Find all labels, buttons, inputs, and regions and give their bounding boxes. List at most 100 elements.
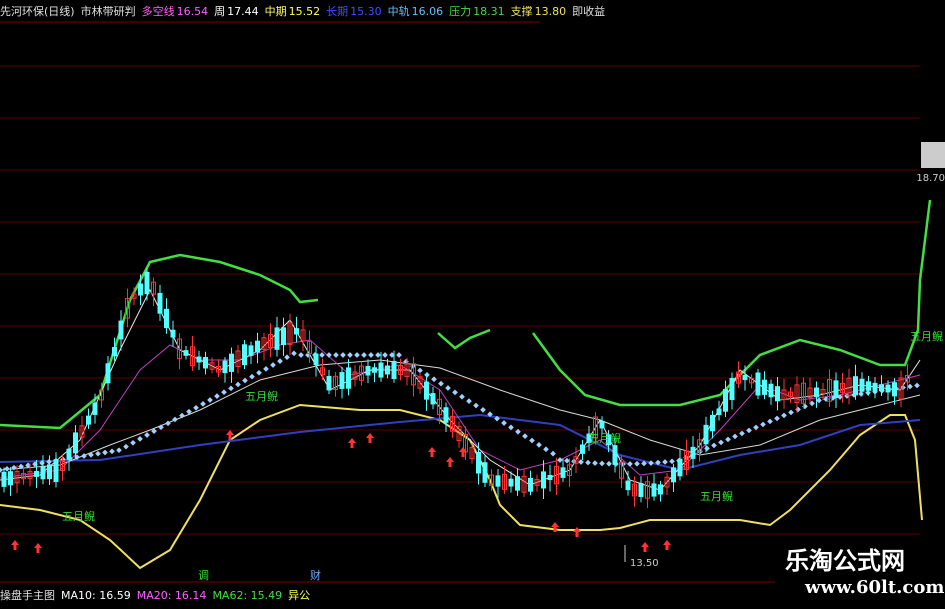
main-chart-label: 操盘手主图: [0, 589, 55, 602]
trend-dot: [340, 352, 346, 358]
candle-body: [495, 475, 501, 487]
candle-body: [73, 432, 78, 454]
buy-arrow-icon: [366, 433, 374, 443]
candle-body: [872, 382, 878, 391]
trend-dot: [354, 352, 360, 358]
trend-dot: [123, 443, 129, 450]
trend-dot: [466, 398, 472, 404]
candle-body: [53, 459, 59, 483]
midterm-value: 15.52: [288, 4, 321, 18]
trend-dot: [648, 460, 654, 466]
trend-dot: [760, 421, 766, 428]
trend-dot: [172, 416, 178, 423]
candle-body: [762, 379, 767, 395]
candle-body: [40, 466, 46, 480]
candle-body: [118, 320, 124, 340]
chart-series: [0, 199, 932, 570]
label-wuyue-3: 五月鲵: [588, 431, 621, 445]
candle-body: [255, 340, 260, 353]
candle-body: [768, 383, 774, 398]
candle-body: [859, 378, 865, 392]
buy-arrow-icon: [663, 540, 671, 550]
trend-dot: [634, 460, 640, 467]
trend-dot: [375, 352, 381, 358]
trend-dot: [550, 450, 556, 457]
trend-dot: [207, 397, 213, 403]
week-value: 17.44: [227, 4, 259, 18]
candle-body: [814, 387, 819, 398]
trend-dot: [137, 436, 143, 442]
trend-dot: [298, 352, 304, 358]
trend-dot: [753, 424, 759, 431]
buy-arrow-icon: [34, 543, 42, 553]
trend-dot: [144, 432, 150, 438]
pressure-value: 18.31: [473, 4, 505, 18]
ma-footer: 操盘手主图 MA10: 16.59 MA20: 16.14 MA62: 15.4…: [0, 584, 310, 606]
trend-dot: [529, 437, 535, 444]
trend-dot: [270, 362, 276, 368]
candle-body: [47, 464, 52, 480]
candle-body: [248, 345, 254, 356]
candle-body: [729, 377, 735, 401]
trend-dot: [221, 389, 227, 396]
candle-body: [92, 402, 98, 415]
candle-body: [547, 474, 553, 481]
candle-body: [378, 362, 384, 378]
trend-dot: [536, 442, 542, 448]
support-value: 13.80: [534, 4, 567, 18]
candle-body: [612, 445, 618, 465]
buy-arrow-icon: [348, 438, 356, 448]
candle-body: [690, 446, 696, 459]
label-wuyue-1: 五月鲵: [245, 389, 278, 403]
candle-body: [170, 329, 176, 338]
candle-body: [476, 451, 481, 474]
duokong-value: 16.54: [176, 4, 209, 18]
candle-body: [482, 462, 488, 483]
trend-dot: [788, 409, 794, 416]
trend-dot: [452, 389, 458, 396]
candle-body: [710, 414, 715, 432]
candlestick-chart[interactable]: 五月鲵 五月鲵 五月鲵 五月鲵 五月鲵 13.50 调 财: [0, 0, 945, 609]
trend-dot: [795, 406, 801, 413]
candle-body: [372, 367, 377, 373]
candle-body: [508, 478, 514, 487]
trend-dot: [249, 373, 255, 380]
trend-dot: [165, 420, 171, 427]
candle-body: [183, 350, 189, 356]
candle-body: [138, 283, 143, 296]
buy-arrows: [11, 430, 671, 553]
label-wuyue-5: 五月鲵: [910, 329, 943, 343]
footer-extra: 异公: [288, 589, 311, 602]
watermark-url: www.60lt.com: [805, 577, 945, 598]
trend-dot: [606, 460, 612, 467]
trend-dot: [522, 433, 528, 439]
trend-dot: [718, 439, 724, 446]
candle-body: [625, 480, 631, 491]
candle-body: [853, 376, 858, 396]
long-term-line: [0, 413, 921, 472]
midterm-label: 中期: [264, 5, 287, 18]
candle-body: [755, 372, 761, 396]
candle-body: [326, 375, 332, 391]
buy-arrow-icon: [446, 457, 454, 467]
trend-dot: [473, 402, 479, 409]
pressure-band-2: [437, 328, 491, 350]
candle-body: [391, 360, 397, 380]
trend-dot: [438, 380, 444, 387]
trend-dot: [774, 415, 780, 422]
candle-body: [742, 374, 748, 381]
pressure-label: 压力: [449, 5, 472, 18]
candle-body: [34, 470, 39, 477]
price-scale-handle[interactable]: [921, 142, 945, 168]
duokong-label: 多空线: [141, 5, 175, 18]
trend-dot: [816, 397, 822, 404]
trend-dot: [592, 460, 598, 466]
trend-dot: [585, 459, 591, 466]
trend-dot: [501, 420, 507, 426]
indicator-name: 市林带研判: [80, 5, 136, 18]
candle-body: [86, 415, 91, 425]
buy-arrow-icon: [428, 447, 436, 457]
axis-label-a: 调: [198, 569, 209, 582]
trend-dot: [746, 427, 752, 434]
candle-body: [580, 444, 585, 454]
